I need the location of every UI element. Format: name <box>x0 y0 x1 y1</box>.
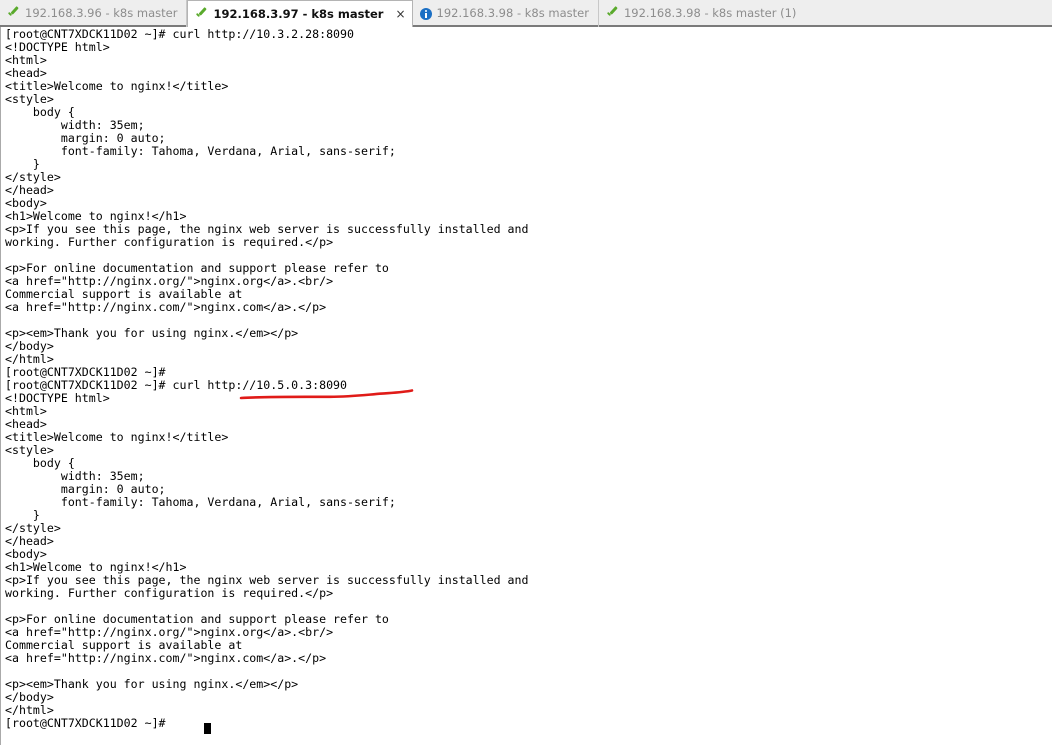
tab-label: 192.168.3.97 - k8s master <box>213 6 384 21</box>
green-check-icon <box>195 8 208 21</box>
terminal-cursor <box>204 723 212 734</box>
green-check-icon <box>606 7 619 20</box>
tab-192-168-3-98[interactable]: 192.168.3.98 - k8s master <box>413 0 599 27</box>
terminal-output: [root@CNT7XDCK11D02 ~]# curl http://10.3… <box>5 27 529 730</box>
tab-192-168-3-97[interactable]: 192.168.3.97 - k8s master × <box>187 0 413 28</box>
tab-label: 192.168.3.96 - k8s master <box>25 6 178 20</box>
tab-label: 192.168.3.98 - k8s master <box>436 6 589 20</box>
terminal-pane[interactable]: [root@CNT7XDCK11D02 ~]# curl http://10.3… <box>0 27 1052 745</box>
blue-info-icon <box>419 8 432 20</box>
green-check-icon <box>7 7 20 20</box>
tab-192-168-3-96[interactable]: 192.168.3.96 - k8s master <box>0 0 188 27</box>
tab-label: 192.168.3.98 - k8s master (1) <box>623 6 797 20</box>
close-icon[interactable]: × <box>395 1 405 28</box>
browser-tab-bar: 192.168.3.96 - k8s master 192.168.3.97 -… <box>0 0 1052 27</box>
tab-192-168-3-98-1[interactable]: 192.168.3.98 - k8s master (1) <box>599 0 805 27</box>
